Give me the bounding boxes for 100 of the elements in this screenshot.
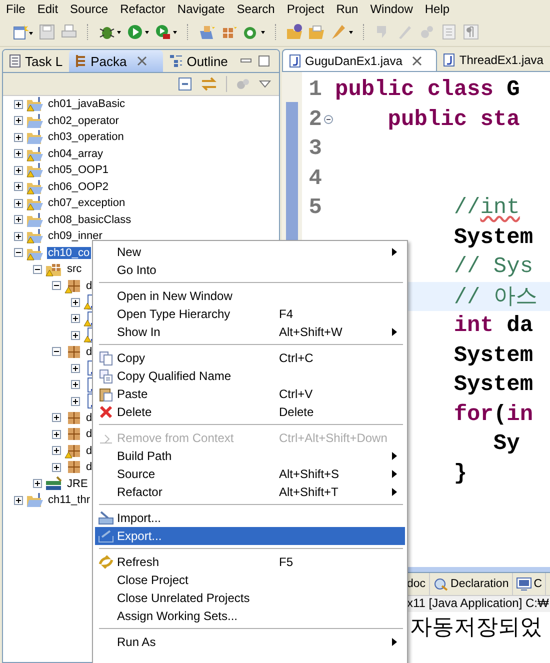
view-tab[interactable]: Packa (68, 50, 163, 72)
marker-icon[interactable] (330, 22, 354, 40)
menu-item[interactable]: New (95, 243, 405, 261)
expand-toggle-icon[interactable] (14, 149, 23, 158)
line-number: 2 (308, 106, 322, 132)
menu-item[interactable]: Run As (95, 633, 405, 651)
tree-item[interactable]: ch09_inner (47, 230, 104, 242)
fold-icon[interactable] (324, 114, 333, 124)
expand-toggle-icon[interactable] (71, 364, 80, 373)
menu-item[interactable]: Edit (34, 2, 64, 16)
expand-toggle-icon[interactable] (14, 496, 23, 505)
tree-item[interactable]: src (66, 263, 83, 276)
close-icon[interactable] (412, 56, 422, 66)
menu-item[interactable]: File (3, 2, 30, 16)
menu-item[interactable]: Source Alt+Shift+S (95, 465, 405, 483)
view-tab[interactable]: Task L (3, 50, 69, 72)
menu-item[interactable]: Show In Alt+Shift+W (95, 323, 405, 341)
close-icon[interactable] (136, 56, 147, 66)
expand-toggle-icon[interactable] (52, 462, 61, 472)
task-list-icon (9, 54, 21, 68)
tree-item[interactable]: ch01_javaBasic (47, 98, 126, 110)
run-icon[interactable] (126, 22, 150, 40)
console-output: 자동저장되었 (409, 613, 543, 641)
view-tab[interactable]: C (512, 573, 546, 595)
tree-item[interactable]: ch08_basicClass (47, 214, 132, 226)
expand-toggle-icon[interactable] (52, 281, 61, 290)
menu-item[interactable]: Build Path (95, 447, 405, 465)
line-number: 3 (308, 136, 322, 162)
tree-item[interactable]: ch07_exception (47, 197, 126, 210)
menu-item[interactable]: Paste Ctrl+V (95, 385, 405, 403)
expand-toggle-icon[interactable] (14, 182, 23, 192)
tree-item[interactable]: JRE (66, 478, 89, 490)
expand-toggle-icon[interactable] (52, 446, 61, 456)
tree-item[interactable]: d (85, 444, 94, 457)
expand-toggle-icon[interactable] (52, 430, 61, 439)
collapse-all-icon[interactable] (178, 77, 192, 91)
menu-item[interactable]: Delete Delete (95, 403, 405, 421)
open-type-icon[interactable] (286, 22, 304, 40)
menu-item[interactable]: Search (234, 2, 280, 16)
menu-item[interactable]: Open Type Hierarchy F4 (95, 305, 405, 323)
expand-toggle-icon[interactable] (14, 116, 23, 126)
menu-item[interactable]: Copy Ctrl+C (95, 349, 405, 367)
menu-item[interactable]: Go Into (95, 261, 405, 279)
menu-item[interactable]: Close Project (95, 571, 405, 589)
tree-item[interactable]: ch10_co (47, 246, 91, 259)
expand-toggle-icon[interactable] (71, 380, 80, 390)
code-line: System (452, 224, 534, 250)
menu-item[interactable]: Refresh F5 (95, 553, 405, 571)
tree-item[interactable]: ch04_array (47, 148, 104, 160)
editor-tab[interactable]: ThreadEx1.java (437, 49, 550, 71)
menu-item[interactable]: Refactor (117, 2, 170, 16)
java-file-icon (289, 54, 301, 68)
expand-toggle-icon[interactable] (14, 232, 23, 241)
expand-toggle-icon[interactable] (52, 347, 61, 356)
menu-item[interactable]: Window (367, 2, 418, 16)
tree-item[interactable]: d (85, 346, 94, 358)
external-tools-icon[interactable] (154, 22, 178, 40)
expand-toggle-icon[interactable] (33, 479, 42, 488)
menu-item[interactable]: Project (284, 2, 330, 16)
menu-item[interactable]: Import... (95, 509, 405, 527)
maximize-icon[interactable] (258, 55, 270, 67)
expand-toggle-icon[interactable] (14, 166, 23, 175)
menu-item[interactable]: Help (422, 2, 455, 16)
view-tab[interactable]: Declaration (430, 573, 513, 595)
expand-toggle-icon[interactable] (71, 298, 80, 307)
view-menu-icon[interactable] (259, 79, 271, 89)
expand-toggle-icon[interactable] (14, 100, 23, 109)
menu-item[interactable]: Run (333, 2, 364, 16)
declaration-icon (432, 577, 449, 591)
tree-item[interactable]: d (85, 428, 94, 440)
tree-item[interactable]: ch11_thr (47, 494, 91, 506)
tree-item[interactable]: d (85, 412, 94, 424)
expand-toggle-icon[interactable] (14, 248, 23, 258)
new-class-icon[interactable] (220, 22, 238, 40)
expand-toggle-icon[interactable] (14, 198, 23, 208)
menu-item[interactable]: Open in New Window (95, 287, 405, 305)
expand-toggle-icon[interactable] (14, 132, 23, 142)
menu-item[interactable]: Refactor Alt+Shift+T (95, 483, 405, 501)
copy-icon (99, 368, 113, 384)
menu-item[interactable]: Copy Qualified Name (95, 367, 405, 385)
expand-toggle-icon[interactable] (71, 314, 80, 324)
tree-item[interactable]: ch05_OOP1 (47, 164, 110, 176)
new-icon[interactable] (12, 22, 34, 40)
tree-item[interactable]: ch03_operation (47, 131, 125, 144)
view-tab[interactable]: Outline (162, 50, 234, 72)
expand-toggle-icon[interactable] (14, 215, 23, 224)
tree-item[interactable]: ch02_operator (47, 114, 120, 127)
editor-tab[interactable]: GuguDanEx1.java (282, 49, 438, 71)
outline-icon (168, 54, 183, 68)
tree-item[interactable]: d (85, 280, 94, 292)
expand-toggle-icon[interactable] (71, 396, 80, 406)
expand-toggle-icon[interactable] (52, 413, 61, 422)
menu-item[interactable]: Navigate (174, 2, 230, 16)
tree-item[interactable]: d (85, 461, 94, 474)
expand-toggle-icon[interactable] (33, 264, 42, 274)
tree-item[interactable]: ch06_OOP2 (47, 180, 110, 193)
new-package-icon[interactable] (198, 22, 216, 40)
menu-item[interactable]: Source (67, 2, 114, 16)
expand-toggle-icon[interactable] (71, 330, 80, 340)
menu-item[interactable]: Export... (95, 527, 405, 545)
